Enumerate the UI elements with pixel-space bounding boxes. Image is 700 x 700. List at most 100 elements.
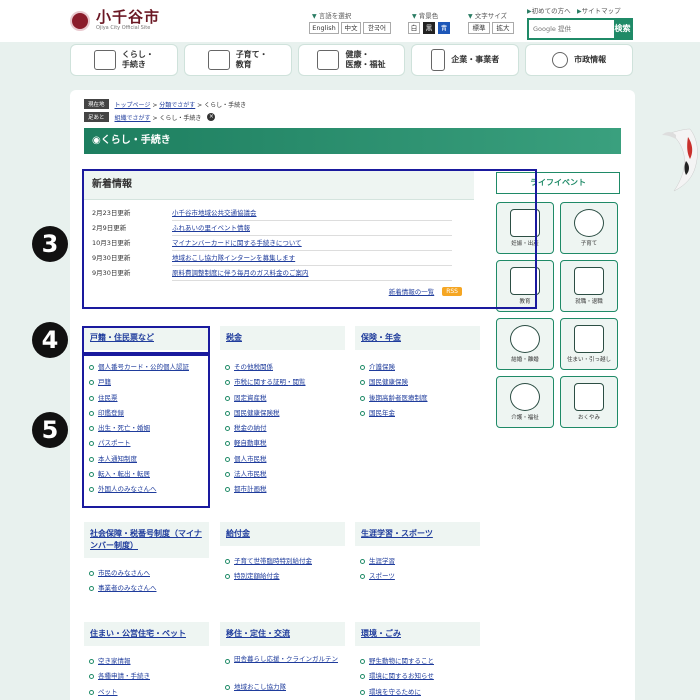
breadcrumb-current: くらし・手続き [204, 101, 247, 109]
list-item[interactable]: 固定資産税 [220, 391, 345, 406]
background-color-label: ▼ 背景色 [412, 12, 439, 20]
list-item[interactable]: ペット [84, 685, 209, 700]
category-heading[interactable]: 社会保障・税番号制度（マイナンバー制度） [84, 522, 209, 558]
list-item[interactable]: 個人市民税 [220, 452, 345, 467]
list-item[interactable]: 環境を守るために [355, 685, 480, 700]
list-item[interactable]: 後期高齢者医療制度 [355, 391, 480, 406]
lang-korean-button[interactable]: 한국어 [363, 22, 391, 34]
nav-business[interactable]: 企業・事業者 [411, 44, 520, 76]
site-header: 小千谷市 Ojiya City Official Site ▼ 言語を選択 En… [0, 0, 700, 42]
triangle-down-icon: ▼ [468, 13, 473, 20]
list-item[interactable]: 国民年金 [355, 406, 480, 421]
bg-white-button[interactable]: 白 [408, 22, 420, 34]
list-item[interactable]: 子育て世帯臨時特別給付金 [220, 554, 345, 569]
list-item[interactable]: 特別定額給付金 [220, 569, 345, 584]
triangle-down-icon: ▼ [312, 13, 317, 20]
category-housing: 住まい・公営住宅・ペット 空き家情報 各種申請・手続き ペット [84, 622, 209, 700]
highlight-box-category-title [82, 326, 210, 354]
category-insurance: 保険・年金 介護保険 国民健康保険 後期高齢者医療制度 国民年金 [355, 326, 480, 421]
list-item[interactable]: 介護保険 [355, 360, 480, 375]
font-standard-button[interactable]: 標準 [468, 22, 490, 34]
annotation-badge-5: 5 [32, 412, 68, 448]
life-event-moving[interactable]: 住まい・引っ越し [560, 318, 618, 370]
list-item[interactable]: 地域おこし協力隊 [220, 680, 345, 695]
life-event-welfare[interactable]: 介護・福祉 [496, 376, 554, 428]
search-input[interactable] [529, 20, 614, 38]
category-heading[interactable]: 税金 [220, 326, 345, 350]
highlight-box-news [82, 169, 537, 309]
font-size-label: ▼ 文字サイズ [468, 12, 508, 20]
life-event-employment[interactable]: 就職・退職 [560, 260, 618, 312]
list-item[interactable]: 生涯学習 [355, 554, 480, 569]
info-icon [552, 52, 569, 68]
category-heading[interactable]: 給付金 [220, 522, 345, 546]
breadcrumb-top[interactable]: トップページ [115, 102, 151, 109]
first-visit-link[interactable]: ▶初めての方へ [527, 5, 571, 15]
nav-health[interactable]: 健康・ 医療・福祉 [297, 44, 406, 76]
list-item[interactable]: 法人市民税 [220, 467, 345, 482]
lang-english-button[interactable]: English [309, 22, 339, 34]
category-heading[interactable]: 移住・定住・交流 [220, 622, 345, 646]
category-environment: 環境・ごみ 野生動物に関すること 環境に関するお知らせ 環境を守るために [355, 622, 480, 700]
logo-subtitle: Ojiya City Official Site [96, 25, 151, 31]
triangle-down-icon: ▼ [412, 13, 417, 20]
list-item[interactable]: スポーツ [355, 569, 480, 584]
list-item[interactable]: 国民健康保険 [355, 375, 480, 390]
list-item[interactable]: 野生動物に関すること [355, 654, 480, 669]
bg-blue-button[interactable]: 青 [438, 22, 450, 34]
search-button[interactable]: 検索 [614, 20, 631, 38]
list-item[interactable]: 税金の納付 [220, 421, 345, 436]
logo-title: 小千谷市 [96, 8, 161, 26]
lang-chinese-button[interactable]: 中文 [341, 22, 361, 34]
koi-fish-icon [662, 128, 698, 192]
breadcrumb: 現在地 トップページ > 分類でさがす > くらし・手続き [84, 99, 246, 109]
list-item[interactable]: 市民のみなさんへ [84, 566, 209, 581]
category-heading[interactable]: 生涯学習・スポーツ [355, 522, 480, 546]
category-tax: 税金 その他税関係 市税に関する証明・閲覧 固定資産税 国民健康保険税 税金の納… [220, 326, 345, 498]
list-item[interactable]: 市税に関する証明・閲覧 [220, 375, 345, 390]
rings-icon [510, 325, 540, 353]
list-item[interactable]: 空き家情報 [84, 654, 209, 669]
trail-org[interactable]: 組織でさがす [115, 115, 151, 122]
list-item[interactable]: 田舎暮らし応援・クラインガルテン [220, 654, 345, 680]
list-item[interactable]: 国民健康保険税 [220, 406, 345, 421]
nav-city-info[interactable]: 市政情報 [525, 44, 633, 76]
category-heading[interactable]: 住まい・公営住宅・ペット [84, 622, 209, 646]
category-migration: 移住・定住・交流 田舎暮らし応援・クラインガルテン 地域おこし協力隊 [220, 622, 345, 695]
global-nav: くらし・ 手続き 子育て・ 教育 健康・ 医療・福祉 企業・事業者 市政情報 [70, 44, 633, 76]
nav-living[interactable]: くらし・ 手続き [70, 44, 178, 76]
building-icon [431, 49, 446, 71]
family-icon [207, 50, 230, 70]
life-event-marriage[interactable]: 結婚・離婚 [496, 318, 554, 370]
bg-black-button[interactable]: 黒 [423, 22, 435, 34]
list-item[interactable]: その他税関係 [220, 360, 345, 375]
site-logo[interactable]: 小千谷市 Ojiya City Official Site [70, 10, 160, 32]
category-heading[interactable]: 環境・ごみ [355, 622, 480, 646]
wheelchair-icon [510, 383, 540, 411]
list-item[interactable]: 環境に関するお知らせ [355, 669, 480, 684]
language-label: ▼ 言語を選択 [312, 12, 352, 20]
sitemap-link[interactable]: ▶サイトマップ [577, 5, 621, 15]
list-item[interactable]: 事業者のみなさんへ [84, 581, 209, 596]
life-event-condolence[interactable]: おくやみ [560, 376, 618, 428]
highlight-box-category-list [82, 354, 210, 508]
child-icon [574, 209, 604, 237]
footprint-trail: 足あと 組織でさがす > くらし・手続き × [84, 112, 216, 122]
life-event-childcare[interactable]: 子育て [560, 202, 618, 254]
close-icon[interactable]: × [207, 113, 216, 121]
nav-childcare[interactable]: 子育て・ 教育 [183, 44, 292, 76]
category-benefits: 給付金 子育て世帯臨時特別給付金 特別定額給付金 [220, 522, 345, 585]
briefcase-icon [574, 267, 604, 295]
memorial-icon [574, 383, 604, 411]
page-title: ◉くらし・手続き [84, 128, 621, 154]
house-icon [574, 325, 604, 353]
font-enlarge-button[interactable]: 拡大 [492, 22, 514, 34]
hospital-icon [317, 50, 340, 70]
breadcrumb-category[interactable]: 分類でさがす [159, 102, 195, 109]
list-item[interactable]: 各種申請・手続き [84, 669, 209, 684]
list-item[interactable]: 軽自動車税 [220, 436, 345, 451]
list-item[interactable]: 都市計画税 [220, 482, 345, 497]
trail-current: くらし・手続き [159, 114, 202, 122]
category-heading[interactable]: 保険・年金 [355, 326, 480, 350]
category-learning-sports: 生涯学習・スポーツ 生涯学習 スポーツ [355, 522, 480, 585]
